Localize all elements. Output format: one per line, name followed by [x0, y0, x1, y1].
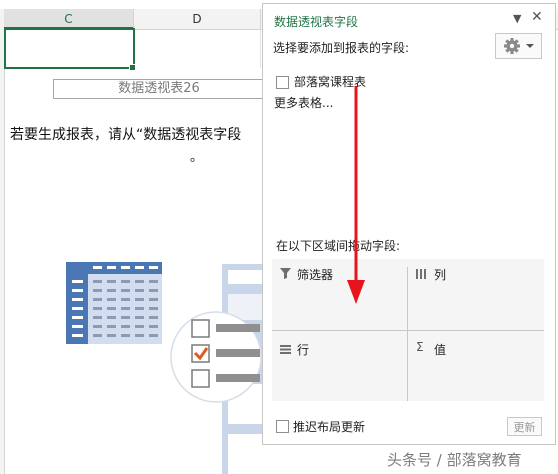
field-list: 部落窝课程表 更多表格...: [271, 70, 549, 226]
pivot-instruction-text-2: 。: [190, 150, 204, 165]
pivot-areas: 筛选器 列 行 Σ 值: [272, 259, 544, 401]
defer-update-label[interactable]: 推迟布局更新: [293, 418, 365, 435]
choose-fields-label: 选择要添加到报表的字段:: [273, 41, 410, 55]
filters-area-label: 筛选器: [297, 268, 334, 282]
red-arrow-annotation: [347, 86, 365, 304]
drag-fields-label: 在以下区域间拖动字段:: [276, 239, 401, 253]
column-header-c[interactable]: C: [4, 9, 134, 29]
checklist-illustration-icon: [170, 311, 262, 403]
values-area[interactable]: Σ 值: [408, 331, 544, 402]
sigma-icon: Σ: [416, 340, 424, 354]
rows-area[interactable]: 行: [272, 331, 408, 402]
close-icon[interactable]: ✕: [531, 9, 543, 25]
defer-update-checkbox[interactable]: [276, 420, 289, 433]
selected-cell[interactable]: [4, 28, 135, 69]
chevron-down-icon[interactable]: ▼: [513, 12, 521, 25]
field-settings-button[interactable]: [495, 33, 542, 59]
pane-title: 数据透视表字段: [274, 15, 359, 29]
pivot-instruction-text: 若要生成报表，请从“数据透视表字段: [10, 127, 242, 143]
rows-area-label: 行: [297, 343, 310, 357]
more-tables-link[interactable]: 更多表格...: [274, 94, 333, 111]
pivot-table-title: 数据透视表26: [53, 79, 265, 99]
pivot-table-illustration-icon: [66, 262, 162, 344]
fill-handle[interactable]: [129, 64, 136, 71]
gear-icon: [504, 38, 534, 54]
columns-icon: [416, 269, 426, 279]
watermark: 头条号 / 部落窝教育: [387, 451, 522, 469]
field-checkbox[interactable]: [276, 76, 289, 89]
update-button[interactable]: 更新: [507, 417, 542, 436]
area-divider: [272, 330, 544, 331]
columns-area[interactable]: 列: [408, 259, 544, 330]
pivot-fields-pane: 数据透视表字段 ▼ ✕ 选择要添加到报表的字段: 部落窝课程表 更多表格... …: [262, 3, 556, 445]
filters-area[interactable]: 筛选器: [272, 259, 408, 330]
funnel-icon: [280, 268, 291, 279]
column-header-d[interactable]: D: [134, 9, 261, 29]
area-divider: [407, 267, 408, 401]
rows-icon: [280, 345, 291, 354]
values-area-label: 值: [434, 343, 447, 357]
columns-area-label: 列: [434, 268, 447, 282]
